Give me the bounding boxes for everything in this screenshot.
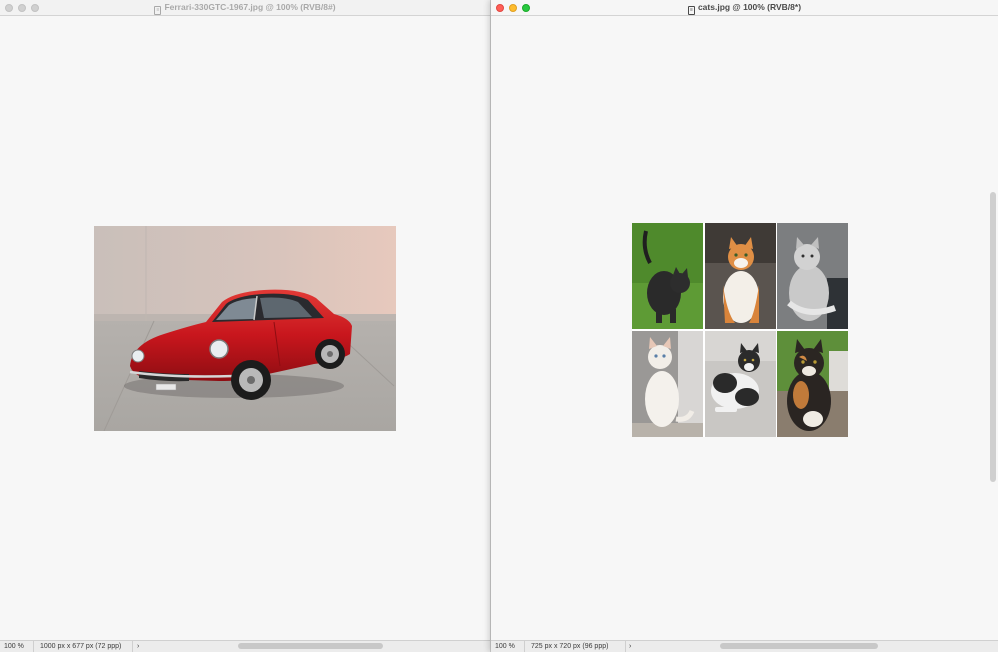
cat-photo-calico: [777, 330, 848, 437]
window-title: ≡ cats.jpg @ 100% (RVB/8*): [491, 2, 998, 15]
document-canvas[interactable]: [0, 17, 490, 640]
zoom-level[interactable]: 100 %: [0, 641, 34, 652]
horizontal-scrollbar[interactable]: [720, 643, 878, 649]
horizontal-scrollbar[interactable]: [238, 643, 383, 649]
cat-photo-grey-fluffy: [777, 223, 848, 329]
document-info[interactable]: 1000 px x 677 px (72 ppp): [35, 641, 133, 652]
document-canvas[interactable]: [491, 17, 998, 640]
cat-photo-orange-on-gravel: [704, 223, 776, 329]
cat-photo-black-on-grass: [632, 223, 703, 329]
cat-photo-white-siamese: [632, 330, 703, 437]
status-menu-arrow[interactable]: ›: [629, 641, 631, 652]
cats-document-window[interactable]: ≡ cats.jpg @ 100% (RVB/8*) 100 % 725 px …: [491, 0, 998, 652]
status-bar: 100 % 725 px x 720 px (96 ppp) ›: [491, 640, 998, 652]
document-info[interactable]: 725 px x 720 px (96 ppp): [526, 641, 626, 652]
status-menu-arrow[interactable]: ›: [137, 641, 139, 652]
cats-photo: [632, 223, 848, 437]
ferrari-document-window[interactable]: ≡ Ferrari-330GTC-1967.jpg @ 100% (RVB/8#): [0, 0, 491, 652]
window-title: ≡ Ferrari-330GTC-1967.jpg @ 100% (RVB/8#): [0, 2, 490, 15]
zoom-level[interactable]: 100 %: [491, 641, 525, 652]
title-bar[interactable]: ≡ cats.jpg @ 100% (RVB/8*): [491, 0, 998, 16]
document-icon: ≡: [687, 6, 695, 15]
window-title-text: Ferrari-330GTC-1967.jpg @ 100% (RVB/8#): [164, 2, 336, 12]
ferrari-photo: [94, 226, 396, 431]
document-icon: ≡: [154, 6, 162, 15]
cat-photo-black-white-lying: [704, 330, 776, 437]
title-bar[interactable]: ≡ Ferrari-330GTC-1967.jpg @ 100% (RVB/8#): [0, 0, 490, 16]
window-title-text: cats.jpg @ 100% (RVB/8*): [697, 2, 802, 12]
vertical-scrollbar[interactable]: [990, 192, 996, 482]
status-bar: 100 % 1000 px x 677 px (72 ppp) ›: [0, 640, 490, 652]
